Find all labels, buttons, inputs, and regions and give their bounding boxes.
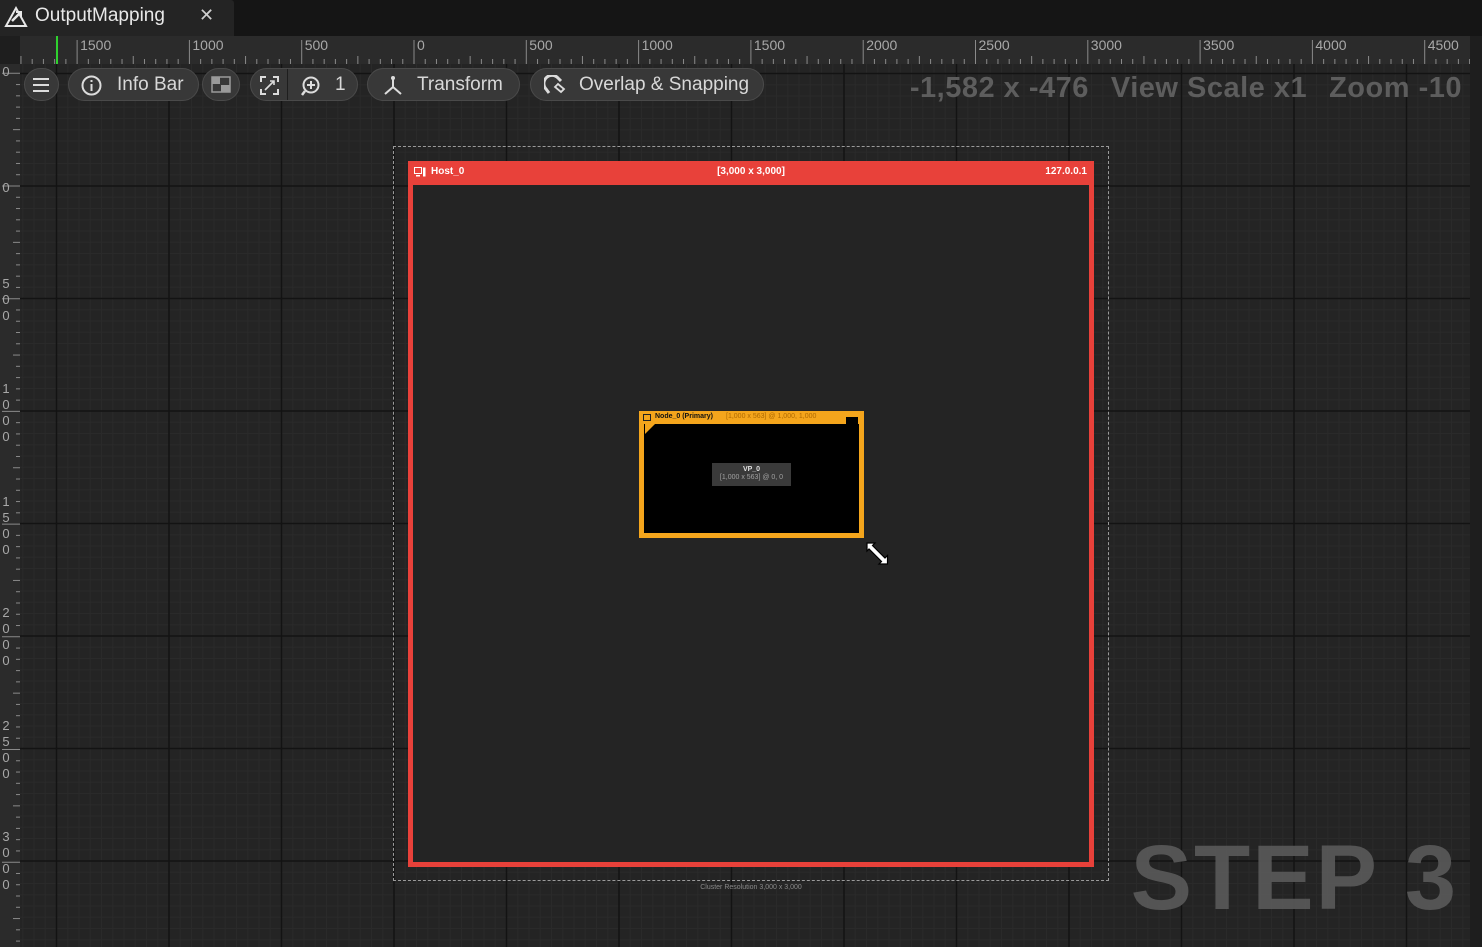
node-name: Node_0 (Primary) (655, 413, 713, 420)
ruler-label: 2500 (2, 718, 10, 781)
transform-gizmo-icon (384, 76, 402, 95)
ruler-label: 3500 (1203, 37, 1235, 53)
viewport-label[interactable]: VP_0 [1,000 x 563] @ 0, 0 (712, 463, 791, 486)
vertical-scrollbar[interactable] (1470, 36, 1482, 947)
host-header[interactable]: Host_0 [3,000 x 3,000] 127.0.0.1 (408, 161, 1094, 185)
step-watermark: STEP 3 (1130, 827, 1458, 929)
ruler-label: 2500 (978, 37, 1010, 53)
resize-cursor-icon (866, 542, 889, 565)
host-resolution: [3,000 x 3,000] (717, 166, 785, 177)
ruler-label: 500 (2, 276, 10, 323)
menu-button[interactable] (24, 68, 59, 101)
magnet-icon (544, 75, 566, 94)
cursor-coordinates: -1,582 x -476 (909, 72, 1089, 104)
hamburger-icon (33, 78, 49, 92)
zoom-controls: 1 (250, 68, 358, 101)
ruler-label: 2000 (866, 37, 898, 53)
node-icon (643, 414, 651, 421)
horizontal-ruler[interactable]: 1500 1000 500 0 500 1000 1500 2000 2500 3000 3500 4… (20, 36, 1470, 64)
ruler-label: 500 (529, 37, 553, 53)
cluster-resolution-label: Cluster Resolution 3,000 x 3,000 (700, 884, 802, 891)
ruler-label: 1500 (2, 494, 10, 557)
ruler-label: 4500 (1427, 37, 1459, 53)
ruler-label: 0 (2, 180, 10, 195)
host-ip: 127.0.0.1 (1045, 166, 1087, 177)
ruler-label: 500 (304, 37, 329, 53)
output-mapping-tab[interactable]: OutputMapping ✕ (0, 0, 234, 36)
zoom-level: Zoom -10 (1329, 72, 1462, 104)
viewport-name: VP_0 (742, 466, 761, 473)
layout-button[interactable] (202, 68, 240, 101)
ruler-label: 1000 (2, 381, 10, 444)
ruler-label: 4000 (1315, 37, 1347, 53)
ruler-corner (0, 36, 20, 64)
unreal-logo-icon (4, 5, 28, 27)
ruler-label: 1000 (641, 37, 673, 53)
ruler-label: 0 (417, 37, 425, 53)
ruler-label: 3000 (1090, 37, 1122, 53)
layout-icon (211, 76, 231, 93)
vertical-ruler[interactable]: 0 0 500 1000 1500 2000 2500 3000 (0, 64, 20, 947)
view-scale: View Scale x1 (1110, 72, 1308, 104)
zoom-icon[interactable] (301, 75, 323, 97)
ruler-label: 1000 (192, 37, 224, 53)
info-bar-label: Info Bar (117, 74, 184, 95)
info-icon (81, 75, 102, 96)
ruler-label: 2000 (2, 605, 10, 668)
close-icon[interactable]: ✕ (199, 5, 214, 26)
node-corner-handle[interactable] (645, 424, 655, 434)
node-geometry: [1,000 x 563] @ 1,000, 1,000 (726, 413, 817, 420)
ruler-label: 1500 (80, 37, 112, 53)
transform-label: Transform (417, 74, 503, 95)
tab-title: OutputMapping (35, 5, 165, 26)
overlap-snapping-label: Overlap & Snapping (579, 74, 750, 95)
viewport-geometry: [1,000 x 563] @ 0, 0 (719, 474, 784, 481)
info-bar-button[interactable]: Info Bar (68, 68, 199, 101)
view-status: -1,582 x -476 View Scale x1 Zoom -10 (888, 72, 1462, 105)
node-header[interactable]: Node_0 (Primary) [1,000 x 563] @ 1,000, … (639, 411, 864, 424)
ruler-label: 3000 (2, 829, 10, 892)
document-tab-bar: OutputMapping ✕ (0, 0, 1482, 36)
overlap-snapping-button[interactable]: Overlap & Snapping (530, 68, 764, 101)
node-header-marker (846, 417, 858, 424)
fit-view-icon[interactable] (260, 76, 279, 95)
ruler-label: 0 (2, 64, 10, 79)
ruler-label: 1500 (753, 37, 786, 53)
zoom-value[interactable]: 1 (335, 74, 346, 96)
transform-button[interactable]: Transform (367, 68, 520, 101)
